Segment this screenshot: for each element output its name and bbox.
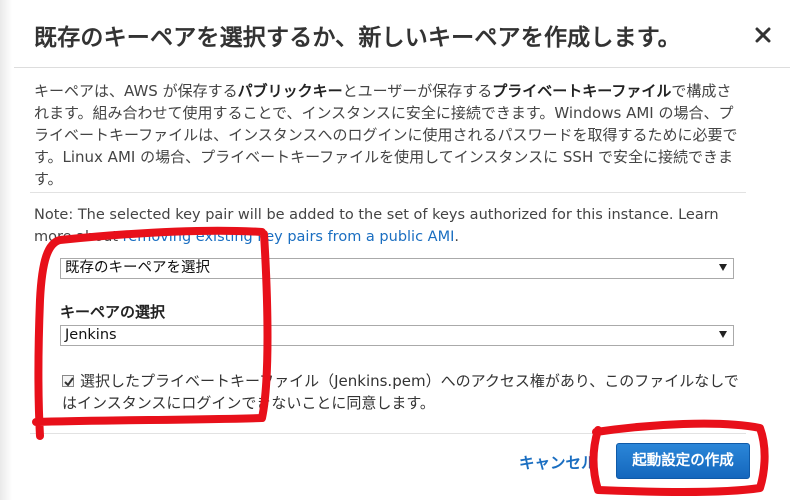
divider bbox=[30, 433, 746, 434]
key-pair-select[interactable]: Jenkins bbox=[60, 325, 734, 346]
key-pair-select-value: Jenkins bbox=[65, 327, 117, 343]
close-icon[interactable] bbox=[750, 22, 776, 48]
dialog-title: 既存のキーペアを選択するか、新しいキーペアを作成します。 bbox=[34, 25, 681, 51]
backdrop-edge bbox=[0, 0, 12, 500]
description-part: とユーザーが保存する bbox=[342, 82, 493, 100]
key-pair-label: キーペアの選択 bbox=[60, 303, 166, 321]
key-option-select-value: 既存のキーペアを選択 bbox=[65, 260, 210, 276]
acknowledge-row: 選択したプライベートキーファイル（Jenkins.pem）へのアクセス権があり、… bbox=[62, 370, 742, 414]
acknowledge-text: 選択したプライベートキーファイル（Jenkins.pem）へのアクセス権があり、… bbox=[62, 372, 739, 412]
description-bold-public-key: パブリックキー bbox=[237, 82, 343, 100]
note-text: Note: The selected key pair will be adde… bbox=[34, 204, 744, 248]
description-text: キーペアは、AWS が保存するパブリックキーとユーザーが保存するプライベートキー… bbox=[34, 80, 744, 190]
create-launch-config-button[interactable]: 起動設定の作成 bbox=[616, 443, 750, 479]
check-icon bbox=[64, 377, 74, 387]
note-end: . bbox=[454, 229, 459, 245]
chevron-down-icon bbox=[719, 331, 727, 338]
dialog-header: 既存のキーペアを選択するか、新しいキーペアを作成します。 bbox=[14, 0, 790, 68]
cancel-button[interactable]: キャンセル bbox=[519, 451, 597, 473]
description-part: キーペアは、AWS が保存する bbox=[34, 82, 238, 100]
divider bbox=[30, 192, 746, 193]
description-bold-private-key: プライベートキーファイル bbox=[492, 82, 672, 100]
key-pair-dialog: 既存のキーペアを選択するか、新しいキーペアを作成します。 キーペアは、AWS が… bbox=[0, 0, 790, 500]
learn-more-link[interactable]: removing existing key pairs from a publi… bbox=[123, 229, 455, 245]
red-annotation-marks bbox=[32, 226, 769, 496]
acknowledge-checkbox[interactable] bbox=[62, 375, 74, 387]
key-option-select[interactable]: 既存のキーペアを選択 bbox=[60, 258, 734, 279]
chevron-down-icon bbox=[719, 264, 727, 271]
